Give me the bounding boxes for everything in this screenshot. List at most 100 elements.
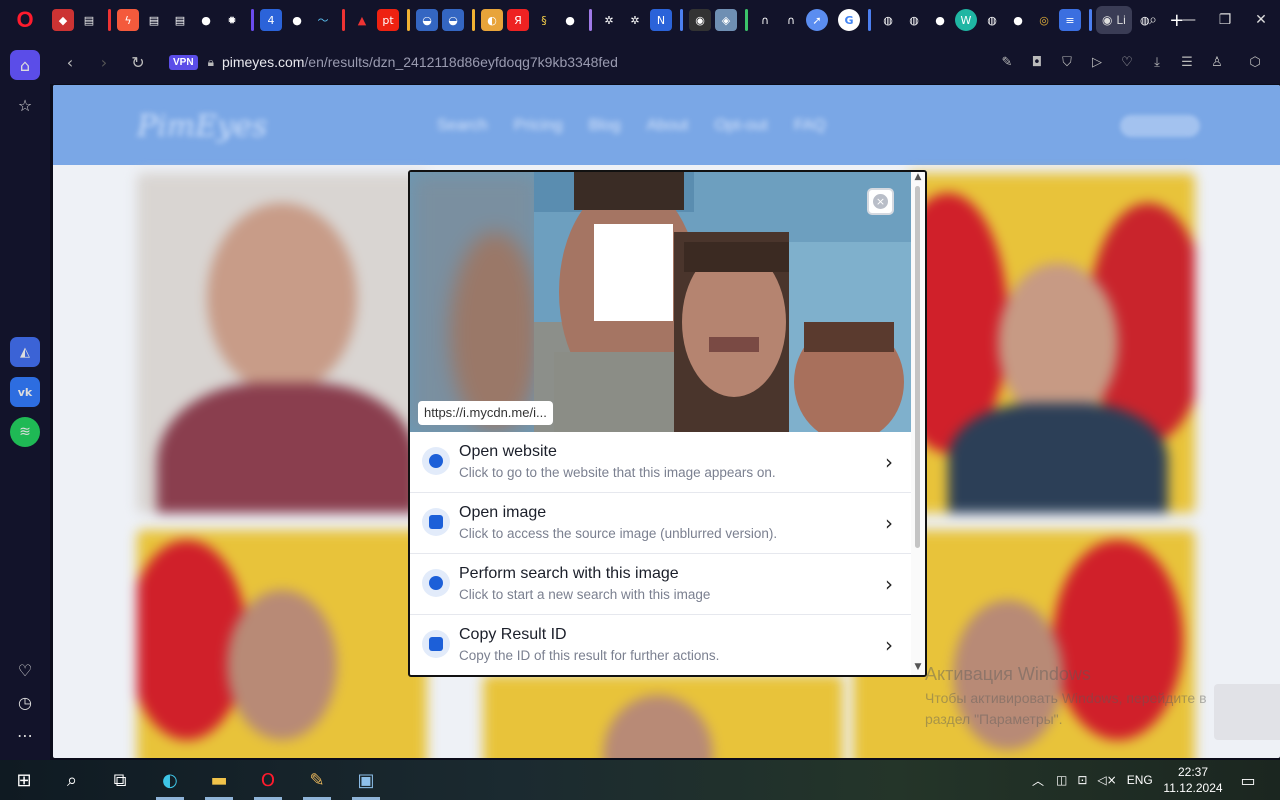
history-icon[interactable]: ◷ — [10, 687, 40, 717]
result-card[interactable] — [483, 675, 843, 758]
redhat-icon[interactable]: ▲ — [351, 9, 373, 31]
python-icon[interactable]: § — [533, 9, 555, 31]
close-window-button[interactable]: ✕ — [1243, 0, 1279, 40]
opera-icon[interactable]: O — [244, 760, 292, 800]
scrollbar-thumb[interactable] — [915, 186, 920, 548]
aria-icon[interactable]: ◭ — [10, 337, 40, 367]
result-card[interactable] — [137, 530, 427, 758]
github-icon[interactable]: ● — [286, 9, 308, 31]
tab-favicon[interactable]: ◍ — [903, 9, 925, 31]
docs-icon[interactable]: ≡ — [1059, 9, 1081, 31]
recaptcha-badge[interactable] — [1214, 684, 1280, 740]
shield-icon[interactable]: ⛉ — [1052, 45, 1082, 79]
scroll-up-arrow-icon[interactable]: ▲ — [913, 172, 923, 182]
pimeyes-logo[interactable]: PimEyes — [137, 109, 267, 144]
tab-favicon[interactable]: ◒ — [416, 9, 438, 31]
tab-favicon[interactable]: ✲ — [624, 9, 646, 31]
tab-favicon[interactable]: 4 — [260, 9, 282, 31]
tab-favicon[interactable]: ◍ — [877, 9, 899, 31]
tab-favicon[interactable]: ◒ — [442, 9, 464, 31]
nav-blog[interactable]: Blog — [589, 117, 621, 135]
tab-favicon[interactable]: W — [955, 9, 977, 31]
download-icon[interactable]: ⤓ — [1142, 45, 1172, 79]
nav-opt-out[interactable]: Opt-out — [714, 117, 767, 135]
copy-result-id-action[interactable]: Copy Result ID Copy the ID of this resul… — [410, 615, 911, 675]
tab-favicon[interactable]: ◉ — [689, 9, 711, 31]
tab-favicon[interactable]: ● — [559, 9, 581, 31]
open-website-action[interactable]: Open website Click to go to the website … — [410, 432, 911, 493]
tab-favicon[interactable]: pt — [377, 9, 399, 31]
minimize-button[interactable]: — — [1171, 0, 1207, 40]
tab-favicon[interactable]: N — [650, 9, 672, 31]
tab-favicon[interactable]: ✲ — [598, 9, 620, 31]
url-path[interactable]: /en/results/dzn_2412118d86eyfdoqg7k9kb33… — [304, 54, 617, 70]
nav-search[interactable]: Search — [437, 117, 488, 135]
tab-favicon[interactable]: ∩ — [780, 9, 802, 31]
back-button[interactable]: ‹ — [53, 45, 87, 79]
tab-favicon[interactable]: ∩ — [754, 9, 776, 31]
forward-button[interactable]: › — [87, 45, 121, 79]
task-view-icon[interactable]: ⧉ — [96, 760, 144, 800]
windows-start-icon[interactable]: ⊞ — [0, 760, 48, 800]
search-icon[interactable]: ⌕ — [48, 760, 96, 800]
result-image-preview[interactable]: × https://i.mycdn.me/i... — [410, 172, 911, 432]
github-icon[interactable]: ● — [195, 9, 217, 31]
tray-chevron-icon[interactable]: ︿ — [1032, 772, 1044, 789]
source-url-chip[interactable]: https://i.mycdn.me/i... — [418, 401, 553, 425]
opera-menu-icon[interactable]: O — [0, 0, 50, 40]
tab-favicon[interactable]: ➚ — [806, 9, 828, 31]
active-tab[interactable]: ◉ Li — [1096, 6, 1132, 34]
heart-icon[interactable]: ♡ — [10, 655, 40, 685]
more-icon[interactable]: ⋯ — [10, 720, 40, 750]
nav-pricing[interactable]: Pricing — [514, 117, 563, 135]
notifications-icon[interactable]: ▭ — [1224, 760, 1272, 800]
vpn-badge[interactable]: VPN — [169, 54, 198, 70]
lock-icon[interactable]: 🔒︎ — [208, 55, 214, 70]
result-card[interactable] — [137, 173, 427, 513]
nav-faq[interactable]: FAQ — [794, 117, 826, 135]
gear-icon[interactable]: ✹ — [221, 9, 243, 31]
tab-favicon[interactable]: 〜 — [312, 9, 334, 31]
restore-button[interactable]: ❐ — [1207, 0, 1243, 40]
play-icon[interactable]: ▷ — [1082, 45, 1112, 79]
extensions-icon[interactable]: ⬡ — [1240, 45, 1270, 79]
file-explorer-icon[interactable]: ▬ — [195, 760, 243, 800]
yandex-icon[interactable]: Я — [507, 9, 529, 31]
star-icon[interactable]: ☆ — [10, 90, 40, 120]
result-card[interactable] — [908, 173, 1195, 513]
tab-favicon[interactable]: ◆ — [52, 9, 74, 31]
nav-about[interactable]: About — [647, 117, 689, 135]
scroll-down-arrow-icon[interactable]: ▼ — [913, 662, 923, 672]
github-icon[interactable]: ● — [1007, 9, 1029, 31]
google-icon[interactable]: G — [838, 9, 860, 31]
clock[interactable]: 22:37 11.12.2024 — [1162, 764, 1224, 796]
home-icon[interactable]: ⌂ — [10, 50, 40, 80]
tab-favicon[interactable]: ◈ — [715, 9, 737, 31]
spotify-icon[interactable]: ≋ — [10, 417, 40, 447]
open-image-action[interactable]: Open image Click to access the source im… — [410, 493, 911, 554]
tab-favicon[interactable]: ▤ — [78, 9, 100, 31]
tab-favicon[interactable]: ◍ — [981, 9, 1003, 31]
paint-icon[interactable]: ✎ — [293, 760, 341, 800]
tab-favicon[interactable]: ▤ — [169, 9, 191, 31]
user-menu[interactable] — [1120, 115, 1200, 137]
perform-search-action[interactable]: Perform search with this image Click to … — [410, 554, 911, 615]
edit-icon[interactable]: ✎ — [992, 45, 1022, 79]
tab-favicon[interactable]: ▤ — [143, 9, 165, 31]
reload-button[interactable]: ↻ — [121, 45, 155, 79]
meet-now-icon[interactable]: ◫ — [1056, 773, 1067, 787]
volume-muted-icon[interactable]: ◁× — [1097, 773, 1116, 787]
network-icon[interactable]: ⊡ — [1077, 773, 1087, 787]
modal-scrollbar[interactable]: ▲ ▼ — [911, 172, 925, 675]
photos-icon[interactable]: ▣ — [342, 760, 390, 800]
menu-icon[interactable]: ☰ — [1172, 45, 1202, 79]
github-icon[interactable]: ● — [929, 9, 951, 31]
tab-search-icon[interactable]: ⌕ — [1135, 0, 1171, 40]
tab-favicon[interactable]: ◎ — [1033, 9, 1055, 31]
url-host[interactable]: pimeyes.com — [222, 54, 304, 70]
vk-icon[interactable]: vk — [10, 377, 40, 407]
tab-favicon[interactable]: ◐ — [481, 9, 503, 31]
camera-icon[interactable]: ◘ — [1022, 45, 1052, 79]
tab-favicon[interactable]: ϟ — [117, 9, 139, 31]
heart-icon[interactable]: ♡ — [1112, 45, 1142, 79]
